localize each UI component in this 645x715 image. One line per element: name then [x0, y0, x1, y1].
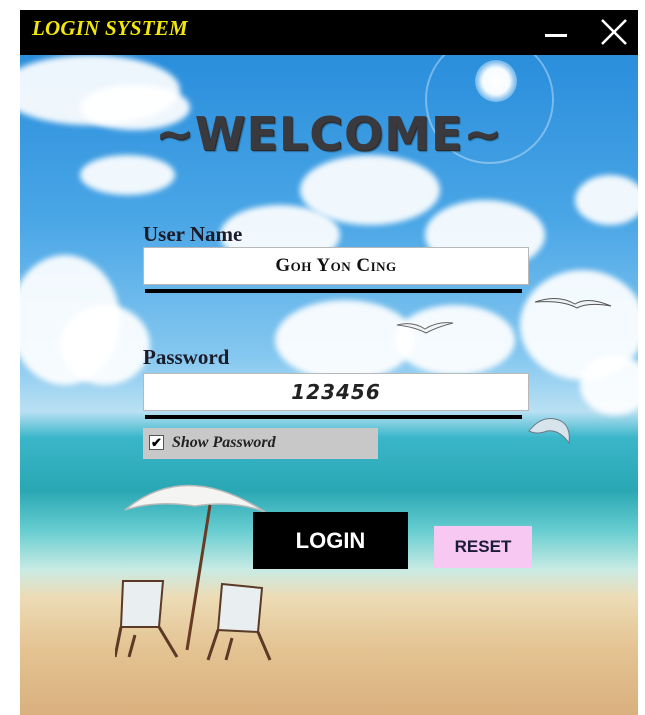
username-underline	[145, 289, 522, 293]
cloud	[575, 175, 638, 225]
minimize-button[interactable]	[532, 10, 580, 55]
login-button[interactable]: LOGIN	[253, 512, 408, 569]
seagull-image	[534, 298, 612, 309]
cloud	[60, 305, 150, 385]
cloud	[580, 355, 638, 415]
cloud	[395, 305, 515, 375]
title-bar: LOGIN SYSTEM	[20, 10, 638, 55]
show-password-checkbox[interactable]: ✔	[149, 435, 164, 450]
window-title: LOGIN SYSTEM	[32, 16, 188, 40]
beach-chair-image	[115, 580, 179, 658]
password-input[interactable]: 123456	[143, 373, 529, 411]
username-label: User Name	[143, 222, 243, 246]
username-input[interactable]: Goh Yon Cing	[143, 247, 529, 285]
reset-button[interactable]: RESET	[434, 526, 532, 568]
close-button[interactable]	[590, 10, 638, 55]
cloud	[80, 155, 175, 195]
seagull-image	[396, 322, 454, 334]
sun	[475, 60, 517, 102]
minimize-icon	[545, 34, 567, 37]
show-password-checkbox-row[interactable]: ✔ Show Password	[143, 428, 378, 459]
login-window: LOGIN SYSTEM ~WELCOME~ User Name Goh Yon…	[20, 10, 638, 715]
dolphin-image	[528, 418, 570, 445]
show-password-label: Show Password	[172, 434, 276, 451]
cloud	[275, 300, 415, 380]
beach-background: ~WELCOME~ User Name Goh Yon Cing Passwor…	[20, 55, 638, 715]
password-underline	[145, 415, 522, 419]
password-label: Password	[143, 345, 230, 369]
close-icon	[601, 19, 627, 45]
welcome-heading: ~WELCOME~	[155, 107, 503, 161]
beach-chair-image	[206, 582, 272, 661]
